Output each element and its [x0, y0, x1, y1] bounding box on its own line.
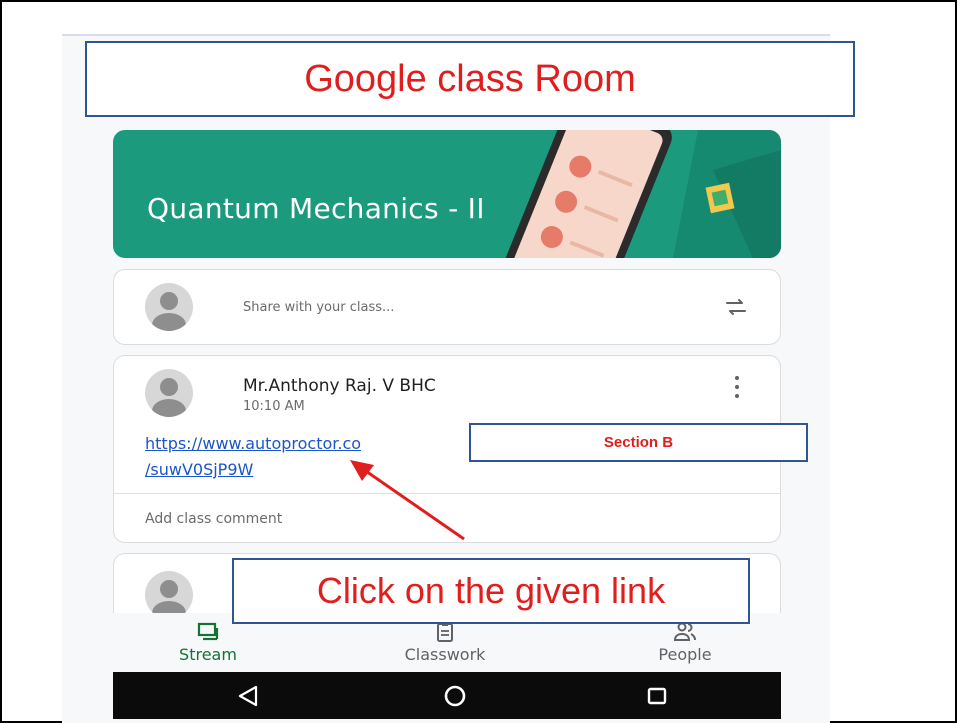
class-banner[interactable]: Quantum Mechanics - II — [113, 130, 781, 258]
post-time: 10:10 AM — [243, 399, 305, 414]
stream-icon — [197, 622, 219, 641]
post-author: Mr.Anthony Raj. V BHC — [243, 376, 436, 396]
slide-title: Google class Room — [304, 57, 636, 100]
slide-title-callout: Google class Room — [85, 41, 855, 117]
classwork-icon — [437, 622, 453, 642]
recents-icon[interactable] — [645, 684, 669, 708]
user-avatar — [145, 283, 193, 331]
post-link-line2[interactable]: /suwV0SjP9W — [145, 460, 253, 479]
nav-stream-label: Stream — [179, 645, 237, 664]
more-options-icon[interactable] — [734, 376, 740, 398]
section-label: Section B — [603, 434, 674, 451]
pointer-arrow — [350, 460, 465, 541]
add-comment-field[interactable]: Add class comment — [145, 511, 282, 527]
section-callout: Section B — [469, 423, 808, 462]
class-name: Quantum Mechanics - II — [147, 192, 485, 225]
second-post-avatar — [145, 571, 193, 619]
share-card[interactable]: Share with your class... — [113, 269, 781, 345]
phone-top-edge — [62, 34, 830, 36]
author-avatar — [145, 369, 193, 417]
instruction-text: Click on the given link — [316, 570, 666, 611]
home-icon[interactable] — [443, 684, 467, 708]
repost-icon[interactable] — [724, 295, 748, 319]
nav-classwork-label: Classwork — [404, 645, 486, 664]
android-nav-bar — [113, 672, 781, 719]
people-icon — [673, 622, 696, 641]
nav-people-label: People — [658, 645, 712, 664]
share-placeholder[interactable]: Share with your class... — [243, 300, 394, 315]
post-link-line1[interactable]: https://www.autoproctor.co — [145, 434, 361, 453]
back-icon[interactable] — [236, 684, 260, 708]
instruction-callout: Click on the given link — [232, 558, 750, 624]
